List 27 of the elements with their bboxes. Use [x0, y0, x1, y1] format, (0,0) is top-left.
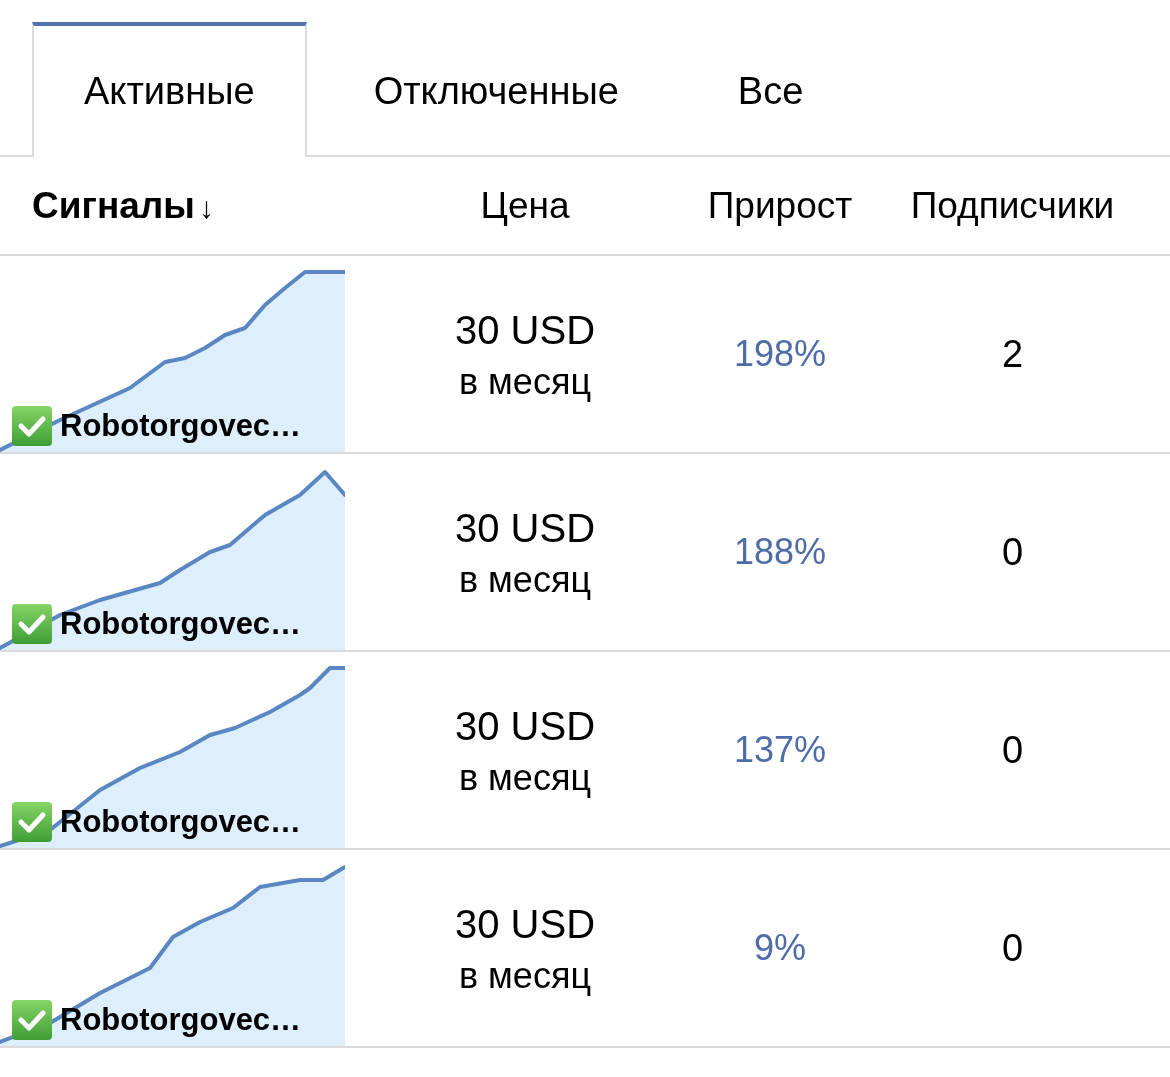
- subscriber-count: 2: [1001, 332, 1024, 376]
- price-period: в месяц: [459, 954, 591, 998]
- growth-value: 198%: [733, 333, 827, 375]
- column-header[interactable]: Цена: [480, 184, 570, 227]
- growth-value: 188%: [733, 531, 827, 573]
- tab[interactable]: Отключенные: [321, 22, 671, 157]
- signal-name-link[interactable]: Robotorgovec…: [60, 1002, 302, 1038]
- price-amount: 30 USD: [454, 901, 596, 948]
- tab[interactable]: Активные: [32, 22, 307, 157]
- signal-name-link[interactable]: Robotorgovec…: [60, 606, 302, 642]
- column-header[interactable]: Сигналы↓: [32, 184, 214, 227]
- price-period: в месяц: [459, 558, 591, 602]
- price-amount: 30 USD: [454, 307, 596, 354]
- column-header[interactable]: Подписчики: [910, 184, 1115, 227]
- growth-value: 9%: [754, 927, 806, 969]
- subscriber-count: 0: [1001, 926, 1024, 970]
- signal-name-link[interactable]: Robotorgovec…: [60, 408, 302, 444]
- subscriber-count: 0: [1001, 728, 1024, 772]
- tab[interactable]: Все: [685, 22, 856, 157]
- growth-value: 137%: [733, 729, 827, 771]
- price-amount: 30 USD: [454, 703, 596, 750]
- column-header[interactable]: Прирост: [707, 184, 853, 227]
- price-period: в месяц: [459, 360, 591, 404]
- subscriber-count: 0: [1001, 530, 1024, 574]
- signal-name-link[interactable]: Robotorgovec…: [60, 804, 302, 840]
- price-period: в месяц: [459, 756, 591, 800]
- price-amount: 30 USD: [454, 505, 596, 552]
